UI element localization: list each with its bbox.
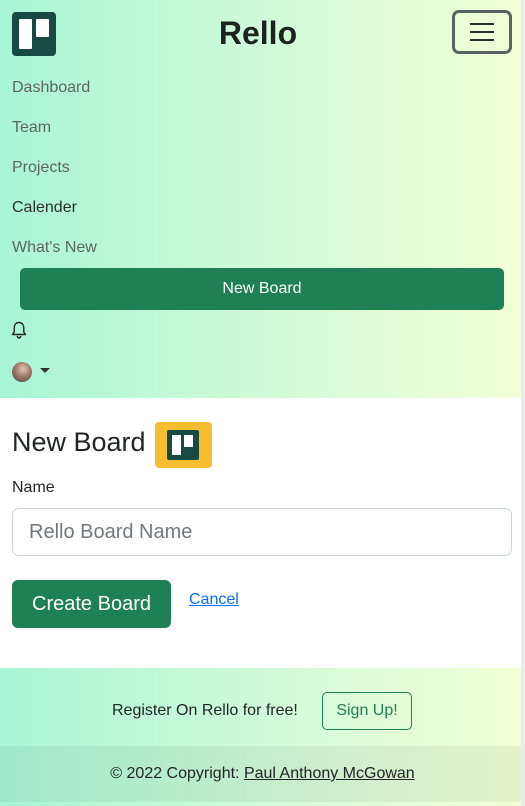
- nav-link-projects[interactable]: Projects: [12, 158, 70, 178]
- author-link[interactable]: Paul Anthony McGowan: [244, 765, 415, 782]
- navbar-toggler-button[interactable]: [452, 10, 512, 54]
- user-avatar[interactable]: [12, 362, 32, 382]
- hamburger-icon-line: [470, 39, 494, 41]
- bell-icon[interactable]: [11, 321, 27, 339]
- sign-up-button[interactable]: Sign Up!: [322, 692, 412, 730]
- page-title: New Board: [12, 427, 146, 457]
- copyright-prefix: © 2022 Copyright:: [110, 765, 240, 782]
- hamburger-icon-line: [470, 31, 494, 33]
- nav-link-dashboard[interactable]: Dashboard: [12, 78, 90, 98]
- nav-link-team[interactable]: Team: [12, 118, 51, 138]
- nav-link-calender[interactable]: Calender: [12, 198, 77, 218]
- brand-title[interactable]: Rello: [0, 12, 516, 54]
- name-label: Name: [12, 479, 55, 496]
- nav-link-whats-new[interactable]: What's New: [12, 238, 97, 258]
- navbar: Rello Dashboard Team Projects Calender W…: [0, 0, 525, 398]
- create-board-button[interactable]: Create Board: [12, 580, 171, 628]
- board-name-input[interactable]: [12, 508, 512, 556]
- register-text: Register On Rello for free!: [112, 702, 298, 719]
- rello-badge-icon: [155, 422, 212, 468]
- new-board-button[interactable]: New Board: [20, 268, 504, 310]
- hamburger-icon: [470, 23, 494, 25]
- scrollbar[interactable]: [521, 0, 525, 806]
- copyright-text: © 2022 Copyright: Paul Anthony McGowan: [0, 764, 525, 784]
- cancel-link[interactable]: Cancel: [189, 590, 239, 610]
- chevron-down-icon[interactable]: [40, 368, 50, 373]
